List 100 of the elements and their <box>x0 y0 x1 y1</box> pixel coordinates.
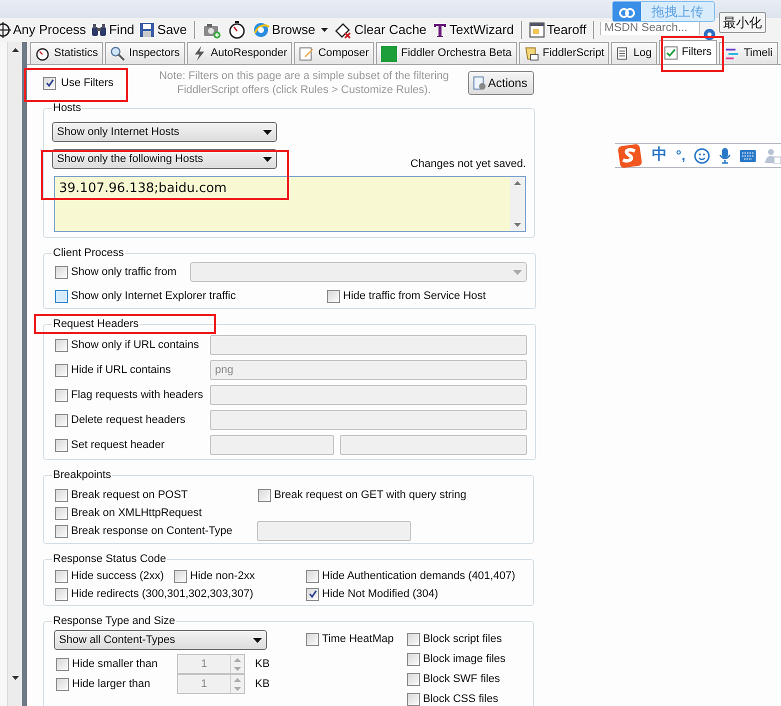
checkbox-label[interactable]: Flag requests with headers <box>71 386 204 404</box>
checkbox-label[interactable]: Break request on POST <box>71 486 188 504</box>
search-field[interactable]: MSDN Search... <box>600 22 700 35</box>
checkbox-label[interactable]: Block SWF files <box>423 670 500 688</box>
checkbox-label[interactable]: Block script files <box>423 630 502 648</box>
scroll-down-icon[interactable] <box>12 676 18 680</box>
checkbox-label[interactable]: Use Filters <box>61 74 114 92</box>
toolbar-button[interactable]: Save <box>138 20 188 40</box>
smiley-icon[interactable] <box>694 148 710 164</box>
actions-button[interactable]: Actions <box>468 71 534 95</box>
checkbox[interactable] <box>407 692 420 706</box>
checkbox-label[interactable]: Hide traffic from Service Host <box>343 288 486 304</box>
eraser-icon <box>334 21 352 39</box>
checkbox[interactable] <box>56 658 69 670</box>
checkbox-label[interactable]: Hide if URL contains <box>71 362 171 378</box>
scrollbar[interactable] <box>7 42 22 706</box>
tab[interactable]: Statistics <box>30 42 104 64</box>
keyboard-icon[interactable] <box>740 150 756 162</box>
checkbox[interactable] <box>258 488 271 502</box>
checkbox-label[interactable]: Hide non-2xx <box>190 568 255 584</box>
checkbox-label[interactable]: Show only traffic from <box>71 264 177 280</box>
swoosh-logo-icon[interactable] <box>617 142 643 168</box>
microphone-icon[interactable] <box>719 148 732 164</box>
checkbox[interactable] <box>327 290 340 302</box>
checkbox[interactable] <box>55 506 68 520</box>
checkbox-label[interactable]: Time HeatMap <box>322 630 394 648</box>
dropdown[interactable]: Show only Internet Hosts <box>52 122 277 142</box>
checkbox[interactable] <box>55 524 68 538</box>
dropdown[interactable]: Show all Content-Types <box>54 630 267 650</box>
checkbox-label[interactable]: Block image files <box>423 650 506 668</box>
checkbox[interactable] <box>55 588 68 600</box>
help-icon[interactable] <box>703 28 716 40</box>
checkbox-label[interactable]: Hide Not Modified (304) <box>322 586 438 602</box>
spin-down-icon[interactable] <box>234 666 241 670</box>
spin-down-icon[interactable] <box>234 686 241 690</box>
tab[interactable]: Log <box>611 42 657 64</box>
caret-icon <box>263 130 272 134</box>
checkbox[interactable] <box>55 570 68 582</box>
checkbox[interactable] <box>55 266 68 278</box>
checkbox-label[interactable]: Hide success (2xx) <box>71 568 164 584</box>
dropdown[interactable]: Show only the following Hosts <box>52 149 277 169</box>
checkbox-label[interactable]: Block CSS files <box>423 690 498 706</box>
checkbox[interactable] <box>306 570 319 582</box>
input-mode-button[interactable]: 中 <box>652 144 667 167</box>
checkbox-label[interactable]: Hide larger than <box>72 676 150 692</box>
tab[interactable]: AutoResponder <box>186 42 292 64</box>
checkbox-label[interactable]: Show only if URL contains <box>71 336 199 354</box>
toolbar-button[interactable]: Find <box>90 20 136 40</box>
spin-up-icon[interactable] <box>234 658 241 662</box>
tab[interactable]: Inspectors <box>105 42 185 64</box>
checkbox[interactable] <box>306 588 319 600</box>
checkbox[interactable] <box>55 338 68 352</box>
checkbox-label[interactable]: Hide smaller than <box>72 656 158 672</box>
toolbar-button[interactable]: Clear Cache <box>333 20 428 40</box>
checkbox[interactable] <box>407 652 420 666</box>
tab[interactable]: Filters <box>658 40 717 64</box>
text-field[interactable] <box>210 385 527 405</box>
checkbox-label[interactable]: Break response on Content-Type <box>71 522 232 540</box>
checkbox[interactable] <box>55 414 68 426</box>
checkbox[interactable] <box>306 632 319 646</box>
checkbox[interactable] <box>56 678 69 690</box>
text-field[interactable] <box>210 410 527 430</box>
punctuation-button[interactable]: °, <box>676 145 686 166</box>
toolbar-button[interactable]: Browse <box>250 20 316 40</box>
checkbox[interactable] <box>55 438 68 452</box>
checkbox[interactable] <box>55 290 68 302</box>
minimize-button[interactable]: 最小化 <box>719 12 766 33</box>
toolbar-button[interactable]: Any Process <box>0 20 87 40</box>
checkbox-label[interactable]: Break request on GET with query string <box>274 486 466 504</box>
checkbox[interactable] <box>407 672 420 686</box>
tab[interactable]: Composer <box>294 42 374 64</box>
dropdown-arrow-icon[interactable] <box>321 28 328 32</box>
tab[interactable]: Fiddler Orchestra Beta <box>376 42 517 64</box>
checkbox-label[interactable]: Hide Authentication demands (401,407) <box>322 568 516 584</box>
checkbox[interactable] <box>43 76 56 90</box>
checkbox-label[interactable]: Set request header <box>71 436 165 454</box>
scroll-up-icon[interactable] <box>12 48 18 52</box>
script-icon <box>524 46 539 61</box>
checkbox[interactable] <box>407 632 420 646</box>
text-field[interactable] <box>340 435 527 455</box>
text-field[interactable] <box>210 435 334 455</box>
checkbox[interactable] <box>55 488 68 502</box>
text-field[interactable] <box>210 335 527 355</box>
checkbox-label[interactable]: Show only Internet Explorer traffic <box>71 288 236 304</box>
tab[interactable]: Timeli <box>718 42 778 64</box>
text-field[interactable] <box>257 521 411 541</box>
magnifier-icon <box>110 46 126 61</box>
toolbar-button[interactable]: TextWizard <box>430 20 515 40</box>
checkbox-label[interactable]: Delete request headers <box>71 412 186 428</box>
document-gear-icon <box>472 76 487 90</box>
checkbox[interactable] <box>174 570 187 582</box>
spin-up-icon[interactable] <box>234 678 241 682</box>
text-area[interactable]: 39.107.96.138;baidu.com <box>54 176 526 232</box>
tab[interactable]: FiddlerScript <box>518 42 610 64</box>
camera-icon <box>202 21 221 39</box>
checkbox-label[interactable]: Break on XMLHttpRequest <box>71 504 202 522</box>
checkbox[interactable] <box>55 364 68 376</box>
checkbox-label[interactable]: Hide redirects (300,301,302,303,307) <box>71 586 254 602</box>
checkbox[interactable] <box>55 388 68 402</box>
toolbar-button[interactable]: Tearoff <box>528 20 588 40</box>
